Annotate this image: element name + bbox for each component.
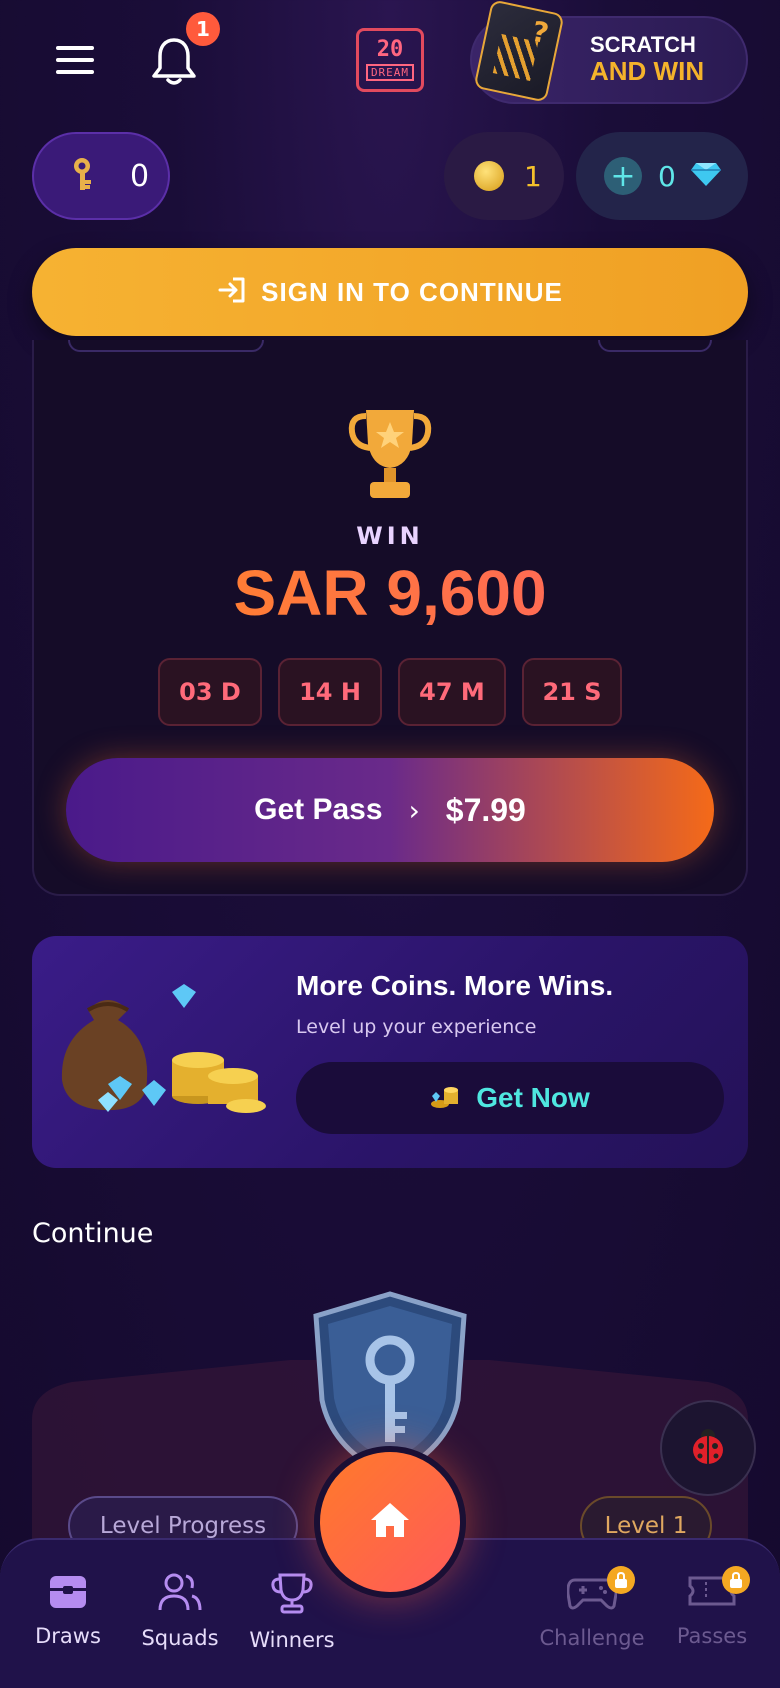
lock-icon xyxy=(722,1566,750,1594)
logo-word: DREAM xyxy=(365,64,415,81)
chest-icon xyxy=(48,1572,88,1614)
countdown-hours: 14 H xyxy=(278,658,382,726)
nav-winners-label: Winners xyxy=(249,1628,335,1652)
countdown-days: 03 D xyxy=(158,658,262,726)
gems-balance[interactable]: + 0 xyxy=(576,132,748,220)
sign-in-label: SIGN IN TO CONTINUE xyxy=(261,276,563,307)
diamond-icon xyxy=(690,161,722,191)
gamepad-icon xyxy=(566,1566,635,1616)
tab-fragment xyxy=(598,340,712,352)
notification-badge: 1 xyxy=(186,12,220,46)
promo-title: More Coins. More Wins. xyxy=(296,970,614,1001)
ladybug-icon xyxy=(686,1424,730,1472)
coins-count: 1 xyxy=(524,159,542,193)
nav-challenge-label: Challenge xyxy=(539,1626,645,1650)
countdown-minutes: 47 M xyxy=(398,658,506,726)
key-icon xyxy=(70,156,100,196)
sign-in-icon xyxy=(217,275,247,309)
nav-passes-label: Passes xyxy=(676,1624,748,1648)
prize-amount: SAR 9,600 xyxy=(0,556,780,630)
tab-fragment xyxy=(68,340,264,352)
keys-balance[interactable]: 0 xyxy=(32,132,170,220)
home-icon xyxy=(368,1500,412,1544)
keys-count: 0 xyxy=(130,158,150,194)
trophy-icon xyxy=(346,404,434,504)
ticket-icon xyxy=(688,1566,750,1614)
nav-challenge[interactable]: Challenge xyxy=(532,1566,652,1650)
lock-icon xyxy=(607,1566,635,1594)
coin-icon xyxy=(474,161,504,191)
scratch-label-line2: AND WIN xyxy=(590,56,705,86)
scratch-label-line1: SCRATCH xyxy=(590,32,696,57)
get-now-label: Get Now xyxy=(476,1082,590,1113)
chevron-right-icon: › xyxy=(408,793,420,827)
menu-icon[interactable] xyxy=(52,40,100,80)
nav-squads-label: Squads xyxy=(141,1626,219,1650)
nav-draws[interactable]: Draws xyxy=(8,1572,128,1648)
logo[interactable]: 20 DREAM xyxy=(356,28,424,92)
nav-passes[interactable]: Passes xyxy=(652,1566,772,1648)
win-label: WIN xyxy=(356,522,424,550)
continue-heading: Continue xyxy=(32,1218,154,1249)
pass-price: $7.99 xyxy=(445,791,526,828)
ladybug-button[interactable] xyxy=(660,1400,756,1496)
sign-in-button[interactable]: SIGN IN TO CONTINUE xyxy=(32,248,748,336)
countdown-seconds: 21 S xyxy=(522,658,622,726)
plus-icon[interactable]: + xyxy=(604,157,642,195)
home-button[interactable] xyxy=(314,1446,466,1598)
logo-number: 20 xyxy=(376,37,404,62)
get-pass-button[interactable]: Get Pass › $7.99 xyxy=(66,758,714,862)
coins-stack-icon xyxy=(430,1082,464,1114)
bell-icon[interactable] xyxy=(150,36,198,88)
nav-draws-label: Draws xyxy=(35,1624,101,1648)
nav-winners[interactable]: Winners xyxy=(232,1572,352,1652)
trophy-icon xyxy=(270,1572,314,1618)
get-pass-label: Get Pass xyxy=(254,793,383,826)
users-icon xyxy=(158,1572,202,1616)
coins-balance[interactable]: 1 xyxy=(444,132,564,220)
gems-count: 0 xyxy=(658,159,676,193)
coin-bag-icon xyxy=(58,980,268,1120)
get-now-button[interactable]: Get Now xyxy=(296,1062,724,1134)
promo-subtitle: Level up your experience xyxy=(296,1016,537,1038)
nav-squads[interactable]: Squads xyxy=(120,1572,240,1650)
